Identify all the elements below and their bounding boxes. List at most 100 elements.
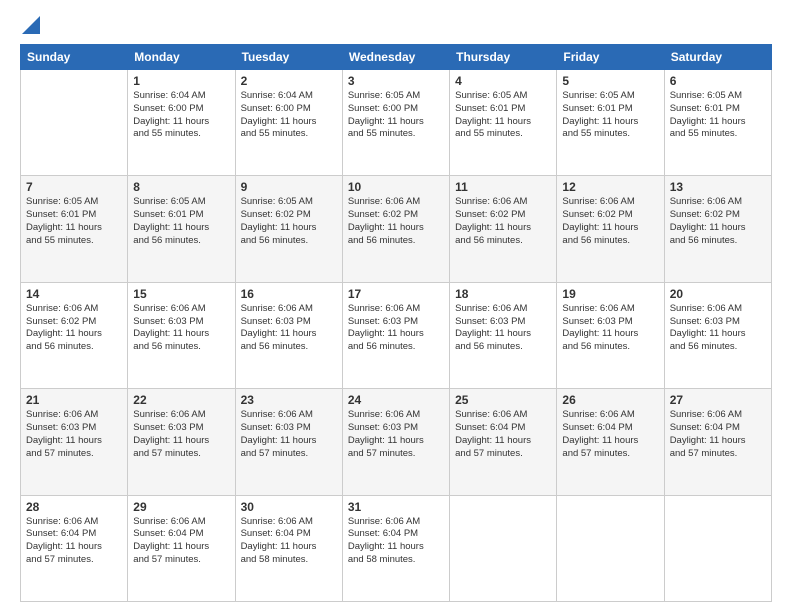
calendar-week-5: 28 Sunrise: 6:06 AM Sunset: 6:04 PM Dayli… [21,495,772,601]
day-number: 21 [26,393,122,407]
calendar-table: SundayMondayTuesdayWednesdayThursdayFrid… [20,44,772,602]
day-number: 7 [26,180,122,194]
calendar-cell: 27Sunrise: 6:06 AM Sunset: 6:04 PM Dayli… [664,389,771,495]
day-number: 20 [670,287,766,301]
day-number: 19 [562,287,658,301]
day-number: 9 [241,180,337,194]
day-info: Sunrise: 6:06 AM Sunset: 6:03 PM Dayligh… [241,303,337,354]
day-number: 30 [241,500,337,514]
calendar-cell [557,495,664,601]
calendar-cell: 17 Sunrise: 6:06 AM Sunset: 6:03 PM Dayli… [342,282,449,388]
day-number: 8 [133,180,229,194]
day-number: 23 [241,393,337,407]
day-info: Sunrise: 6:06 AM Sunset: 6:03 PM Dayligh… [133,303,229,354]
day-number: 10 [348,180,444,194]
day-info: Sunrise: 6:06 AM Sunset: 6:02 PM Dayligh… [26,303,122,354]
calendar-cell: 23 Sunrise: 6:06 AM Sunset: 6:03 PM Dayli… [235,389,342,495]
calendar-cell: 8 Sunrise: 6:05 AM Sunset: 6:01 PM Daylig… [128,176,235,282]
day-info: Sunrise: 6:05 AM Sunset: 6:02 PM Dayligh… [241,196,337,247]
day-number: 4 [455,74,551,88]
day-info: Sunrise: 6:06 AM Sunset: 6:02 PM Dayligh… [670,196,766,247]
calendar-cell: 22 Sunrise: 6:06 AM Sunset: 6:03 PM Dayli… [128,389,235,495]
calendar-header-row: SundayMondayTuesdayWednesdayThursdayFrid… [21,45,772,70]
day-number: 14 [26,287,122,301]
day-info: Sunrise: 6:06 AM Sunset: 6:04 PM Dayligh… [133,516,229,567]
calendar-cell: 30 Sunrise: 6:06 AM Sunset: 6:04 PM Dayli… [235,495,342,601]
calendar-cell: 26 Sunrise: 6:06 AM Sunset: 6:04 PM Dayli… [557,389,664,495]
day-number: 22 [133,393,229,407]
col-header-sunday: Sunday [21,45,128,70]
day-info: Sunrise: 6:06 AM Sunset: 6:04 PM Dayligh… [241,516,337,567]
day-info: Sunrise: 6:06 AM Sunset: 6:02 PM Dayligh… [455,196,551,247]
calendar-cell: 16 Sunrise: 6:06 AM Sunset: 6:03 PM Dayli… [235,282,342,388]
calendar-cell: 5 Sunrise: 6:05 AM Sunset: 6:01 PM Daylig… [557,70,664,176]
day-info: Sunrise: 6:06 AM Sunset: 6:03 PM Dayligh… [670,303,766,354]
day-number: 2 [241,74,337,88]
calendar-cell: 10 Sunrise: 6:06 AM Sunset: 6:02 PM Dayli… [342,176,449,282]
calendar-cell: 21Sunrise: 6:06 AM Sunset: 6:03 PM Dayli… [21,389,128,495]
day-number: 6 [670,74,766,88]
day-number: 13 [670,180,766,194]
day-number: 25 [455,393,551,407]
col-header-monday: Monday [128,45,235,70]
day-info: Sunrise: 6:06 AM Sunset: 6:03 PM Dayligh… [241,409,337,460]
day-info: Sunrise: 6:05 AM Sunset: 6:01 PM Dayligh… [670,90,766,141]
calendar-cell: 2 Sunrise: 6:04 AM Sunset: 6:00 PM Daylig… [235,70,342,176]
calendar-cell: 24Sunrise: 6:06 AM Sunset: 6:03 PM Dayli… [342,389,449,495]
col-header-wednesday: Wednesday [342,45,449,70]
day-number: 26 [562,393,658,407]
calendar-week-4: 21 Sunrise: 6:06 AM Sunset: 6:03 PM Dayli… [21,389,772,495]
day-info: Sunrise: 6:05 AM Sunset: 6:01 PM Dayligh… [562,90,658,141]
page: SundayMondayTuesdayWednesdayThursdayFrid… [0,0,792,612]
calendar-cell: 12Sunrise: 6:06 AM Sunset: 6:02 PM Dayli… [557,176,664,282]
day-info: Sunrise: 6:06 AM Sunset: 6:04 PM Dayligh… [348,516,444,567]
calendar-cell: 3 Sunrise: 6:05 AM Sunset: 6:00 PM Daylig… [342,70,449,176]
day-number: 15 [133,287,229,301]
calendar-cell: 9 Sunrise: 6:05 AM Sunset: 6:02 PM Daylig… [235,176,342,282]
day-number: 12 [562,180,658,194]
calendar-week-3: 14 Sunrise: 6:06 AM Sunset: 6:02 PM Dayli… [21,282,772,388]
calendar-cell: 28 Sunrise: 6:06 AM Sunset: 6:04 PM Dayli… [21,495,128,601]
calendar-cell [664,495,771,601]
header [20,18,772,34]
col-header-friday: Friday [557,45,664,70]
calendar-cell: 29 Sunrise: 6:06 AM Sunset: 6:04 PM Dayli… [128,495,235,601]
day-info: Sunrise: 6:06 AM Sunset: 6:04 PM Dayligh… [26,516,122,567]
calendar-cell: 1Sunrise: 6:04 AM Sunset: 6:00 PM Daylig… [128,70,235,176]
day-number: 28 [26,500,122,514]
day-number: 29 [133,500,229,514]
calendar-cell [450,495,557,601]
day-info: Sunrise: 6:06 AM Sunset: 6:03 PM Dayligh… [133,409,229,460]
day-info: Sunrise: 6:04 AM Sunset: 6:00 PM Dayligh… [133,90,229,141]
day-number: 16 [241,287,337,301]
day-info: Sunrise: 6:06 AM Sunset: 6:04 PM Dayligh… [562,409,658,460]
calendar-cell: 4 Sunrise: 6:05 AM Sunset: 6:01 PM Daylig… [450,70,557,176]
day-number: 17 [348,287,444,301]
day-info: Sunrise: 6:05 AM Sunset: 6:00 PM Dayligh… [348,90,444,141]
day-number: 27 [670,393,766,407]
day-info: Sunrise: 6:05 AM Sunset: 6:01 PM Dayligh… [133,196,229,247]
day-number: 18 [455,287,551,301]
day-info: Sunrise: 6:06 AM Sunset: 6:03 PM Dayligh… [348,303,444,354]
calendar-cell: 15 Sunrise: 6:06 AM Sunset: 6:03 PM Dayli… [128,282,235,388]
day-number: 31 [348,500,444,514]
day-info: Sunrise: 6:05 AM Sunset: 6:01 PM Dayligh… [26,196,122,247]
calendar-cell: 6 Sunrise: 6:05 AM Sunset: 6:01 PM Daylig… [664,70,771,176]
calendar-week-2: 7 Sunrise: 6:05 AM Sunset: 6:01 PM Daylig… [21,176,772,282]
calendar-cell [21,70,128,176]
day-number: 5 [562,74,658,88]
calendar-cell: 25 Sunrise: 6:06 AM Sunset: 6:04 PM Dayli… [450,389,557,495]
col-header-saturday: Saturday [664,45,771,70]
day-info: Sunrise: 6:06 AM Sunset: 6:03 PM Dayligh… [455,303,551,354]
calendar-cell: 19Sunrise: 6:06 AM Sunset: 6:03 PM Dayli… [557,282,664,388]
day-number: 3 [348,74,444,88]
day-info: Sunrise: 6:06 AM Sunset: 6:04 PM Dayligh… [455,409,551,460]
day-number: 24 [348,393,444,407]
day-number: 11 [455,180,551,194]
col-header-thursday: Thursday [450,45,557,70]
calendar-cell: 13 Sunrise: 6:06 AM Sunset: 6:02 PM Dayli… [664,176,771,282]
day-info: Sunrise: 6:05 AM Sunset: 6:01 PM Dayligh… [455,90,551,141]
logo [20,18,40,34]
day-info: Sunrise: 6:04 AM Sunset: 6:00 PM Dayligh… [241,90,337,141]
day-info: Sunrise: 6:06 AM Sunset: 6:02 PM Dayligh… [348,196,444,247]
